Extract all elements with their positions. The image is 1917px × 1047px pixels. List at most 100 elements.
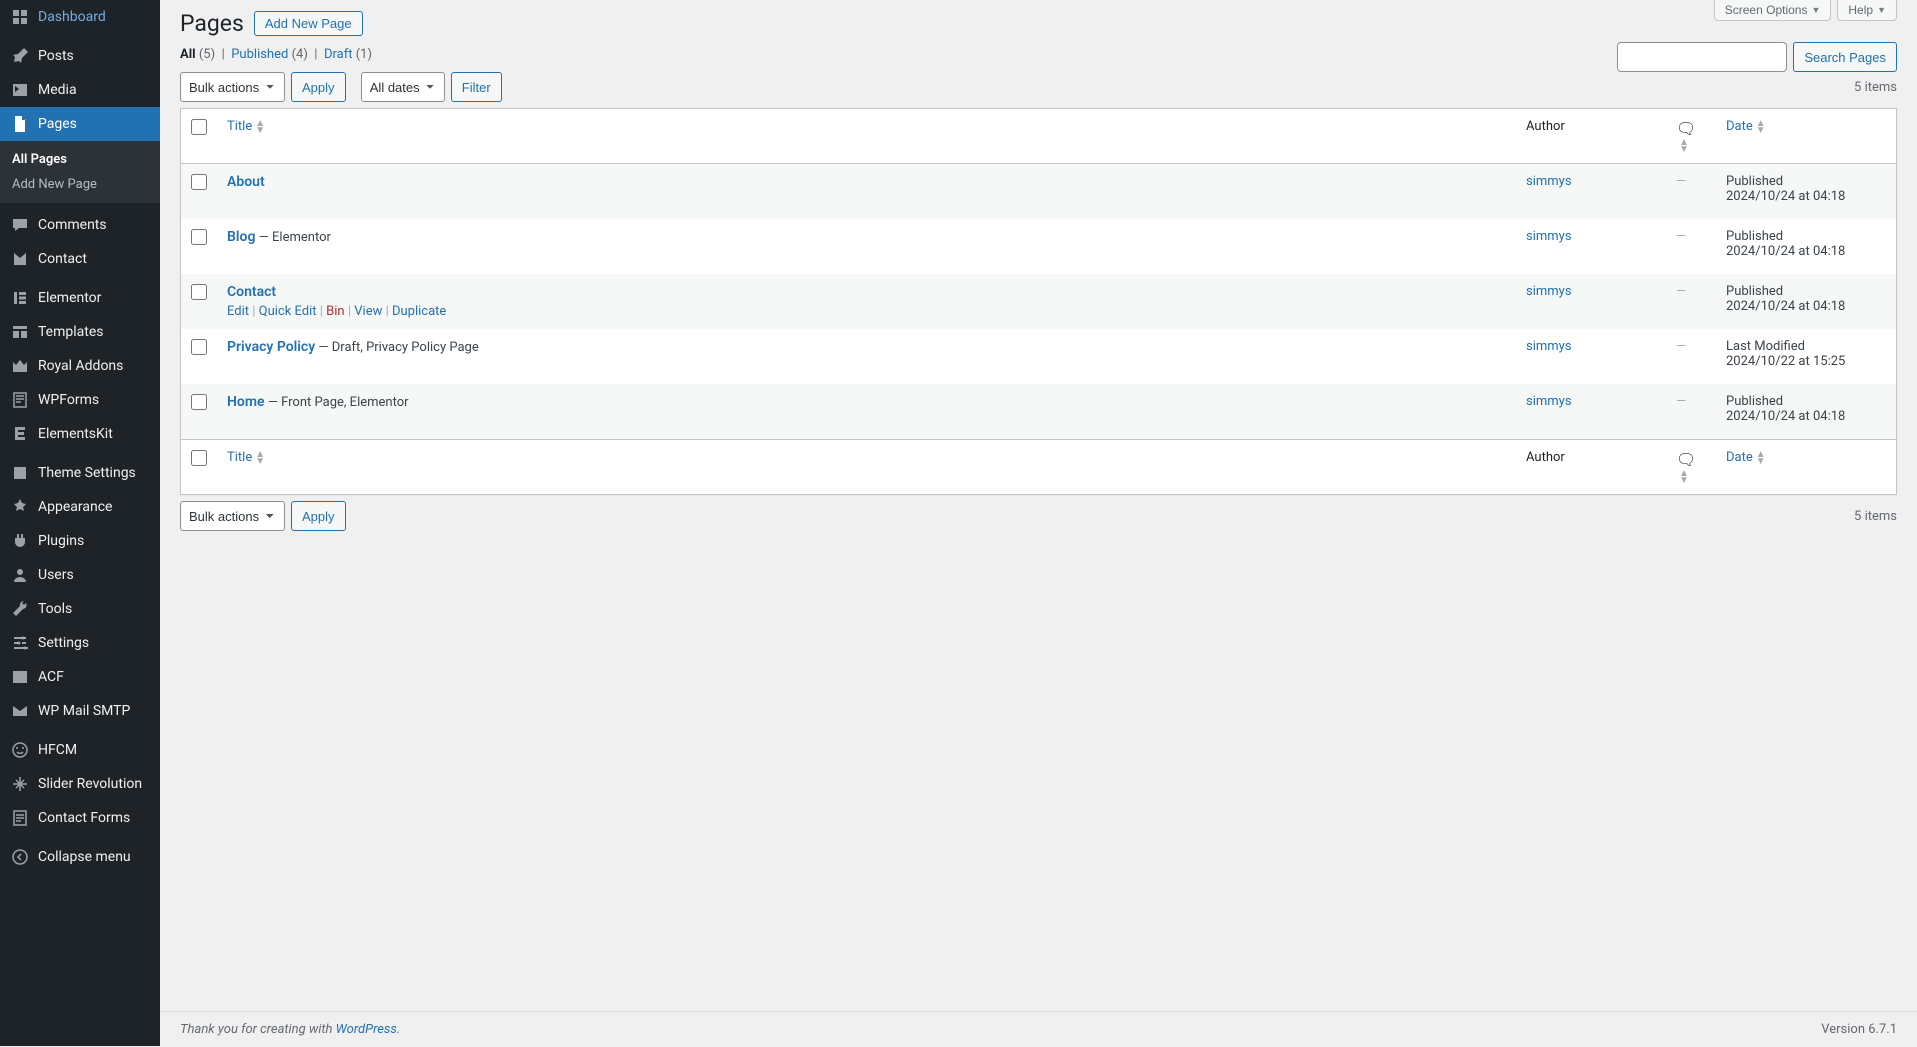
- menu-item-wpforms[interactable]: WPForms: [0, 383, 160, 417]
- page-link[interactable]: Blog: [227, 229, 255, 245]
- menu-item-media[interactable]: Media: [0, 73, 160, 107]
- filter-button[interactable]: Filter: [451, 72, 502, 102]
- add-new-page-button[interactable]: Add New Page: [254, 11, 363, 36]
- page-link[interactable]: Contact: [227, 284, 276, 300]
- menu-item-tools[interactable]: Tools: [0, 592, 160, 626]
- row-checkbox[interactable]: [191, 174, 207, 190]
- submenu-item-all-pages[interactable]: All Pages: [0, 147, 160, 172]
- mail-icon: [10, 701, 30, 721]
- menu-label: Dashboard: [38, 9, 106, 25]
- select-all-checkbox-bottom[interactable]: [191, 450, 207, 466]
- screen-options-button[interactable]: Screen Options ▼: [1714, 0, 1832, 21]
- table-row: Home — Front Page, ElementorEdit | Quick…: [181, 384, 1896, 439]
- help-button[interactable]: Help ▼: [1837, 0, 1897, 21]
- row-checkbox[interactable]: [191, 284, 207, 300]
- menu-label: HFCM: [38, 742, 77, 758]
- page-link[interactable]: Home: [227, 394, 265, 410]
- view-link[interactable]: View: [354, 304, 382, 319]
- menu-label: Theme Settings: [38, 465, 136, 481]
- column-title[interactable]: Title: [227, 119, 265, 134]
- sort-icon: [1679, 139, 1689, 153]
- quick-edit-link[interactable]: Quick Edit: [259, 304, 317, 319]
- search-input[interactable]: [1617, 42, 1787, 72]
- page-state: — Front Page, Elementor: [265, 395, 409, 410]
- menu-label: Comments: [38, 217, 107, 233]
- bulk-action-select-bottom[interactable]: Bulk actions: [180, 501, 285, 531]
- apply-button-top[interactable]: Apply: [291, 72, 346, 102]
- menu-item-settings[interactable]: Settings: [0, 626, 160, 660]
- submenu-pages: All PagesAdd New Page: [0, 141, 160, 203]
- row-checkbox[interactable]: [191, 339, 207, 355]
- filter-draft[interactable]: Draft: [324, 47, 353, 62]
- page-link[interactable]: About: [227, 174, 265, 190]
- menu-item-royal-addons[interactable]: Royal Addons: [0, 349, 160, 383]
- menu-item-contact[interactable]: Contact: [0, 242, 160, 276]
- admin-sidebar: DashboardPostsMediaPagesAll PagesAdd New…: [0, 0, 160, 1046]
- menu-item-slider-revolution[interactable]: Slider Revolution: [0, 767, 160, 801]
- duplicate-link[interactable]: Duplicate: [392, 304, 446, 319]
- hfcm-icon: [10, 740, 30, 760]
- plugins-icon: [10, 531, 30, 551]
- comments-icon[interactable]: 🗨: [1676, 119, 1696, 138]
- apply-button-bottom[interactable]: Apply: [291, 501, 346, 531]
- menu-item-theme-settings[interactable]: Theme Settings: [0, 456, 160, 490]
- menu-label: ACF: [38, 669, 64, 685]
- bin-link[interactable]: Bin: [326, 304, 344, 319]
- menu-label: Tools: [38, 601, 72, 617]
- author-link[interactable]: simmys: [1526, 339, 1572, 354]
- author-link[interactable]: simmys: [1526, 394, 1572, 409]
- submenu-item-add-new-page[interactable]: Add New Page: [0, 172, 160, 197]
- comment-count: —: [1676, 394, 1686, 409]
- date-label: 2024/10/22 at 15:25: [1726, 354, 1845, 369]
- menu-item-collapse-menu[interactable]: Collapse menu: [0, 840, 160, 874]
- menu-item-hfcm[interactable]: HFCM: [0, 733, 160, 767]
- wpforms-icon: [10, 390, 30, 410]
- edit-link[interactable]: Edit: [227, 304, 249, 319]
- pages-table: Title Author 🗨 Date AboutEdit | Quick Ed…: [180, 108, 1897, 495]
- tools-icon: [10, 599, 30, 619]
- users-icon: [10, 565, 30, 585]
- table-row: Blog — ElementorEdit | Quick Edit | Bin …: [181, 219, 1896, 274]
- menu-item-elementor[interactable]: Elementor: [0, 281, 160, 315]
- author-link[interactable]: simmys: [1526, 284, 1572, 299]
- menu-item-comments[interactable]: Comments: [0, 208, 160, 242]
- acf-icon: [10, 667, 30, 687]
- theme-icon: [10, 463, 30, 483]
- menu-item-posts[interactable]: Posts: [0, 39, 160, 73]
- page-link[interactable]: Privacy Policy: [227, 339, 315, 355]
- pin-icon: [10, 46, 30, 66]
- comments-icon[interactable]: 🗨: [1676, 450, 1696, 469]
- comment-count: —: [1676, 284, 1686, 299]
- search-pages-button[interactable]: Search Pages: [1793, 42, 1897, 72]
- main-content: Screen Options ▼ Help ▼ Pages Add New Pa…: [160, 0, 1917, 1011]
- author-link[interactable]: simmys: [1526, 229, 1572, 244]
- menu-item-appearance[interactable]: Appearance: [0, 490, 160, 524]
- menu-label: WPForms: [38, 392, 99, 408]
- menu-item-wp-mail-smtp[interactable]: WP Mail SMTP: [0, 694, 160, 728]
- bulk-action-select-top[interactable]: Bulk actions: [180, 72, 285, 102]
- ekit-icon: [10, 424, 30, 444]
- appearance-icon: [10, 497, 30, 517]
- menu-item-elementskit[interactable]: ElementsKit: [0, 417, 160, 451]
- row-checkbox[interactable]: [191, 229, 207, 245]
- author-link[interactable]: simmys: [1526, 174, 1572, 189]
- menu-item-templates[interactable]: Templates: [0, 315, 160, 349]
- menu-item-pages[interactable]: Pages: [0, 107, 160, 141]
- row-checkbox[interactable]: [191, 394, 207, 410]
- menu-item-acf[interactable]: ACF: [0, 660, 160, 694]
- wordpress-link[interactable]: WordPress: [336, 1022, 397, 1037]
- menu-item-users[interactable]: Users: [0, 558, 160, 592]
- menu-label: Contact Forms: [38, 810, 130, 826]
- menu-item-contact-forms[interactable]: Contact Forms: [0, 801, 160, 835]
- filter-published[interactable]: Published: [231, 47, 288, 62]
- column-date-foot[interactable]: Date: [1726, 450, 1766, 465]
- menu-item-plugins[interactable]: Plugins: [0, 524, 160, 558]
- column-date[interactable]: Date: [1726, 119, 1766, 134]
- menu-label: Media: [38, 82, 77, 98]
- page-state: — Draft, Privacy Policy Page: [315, 340, 479, 355]
- date-filter-select[interactable]: All dates: [361, 72, 445, 102]
- filter-all[interactable]: All: [180, 47, 196, 62]
- menu-item-dashboard[interactable]: Dashboard: [0, 0, 160, 34]
- select-all-checkbox-top[interactable]: [191, 119, 207, 135]
- column-title-foot[interactable]: Title: [227, 450, 265, 465]
